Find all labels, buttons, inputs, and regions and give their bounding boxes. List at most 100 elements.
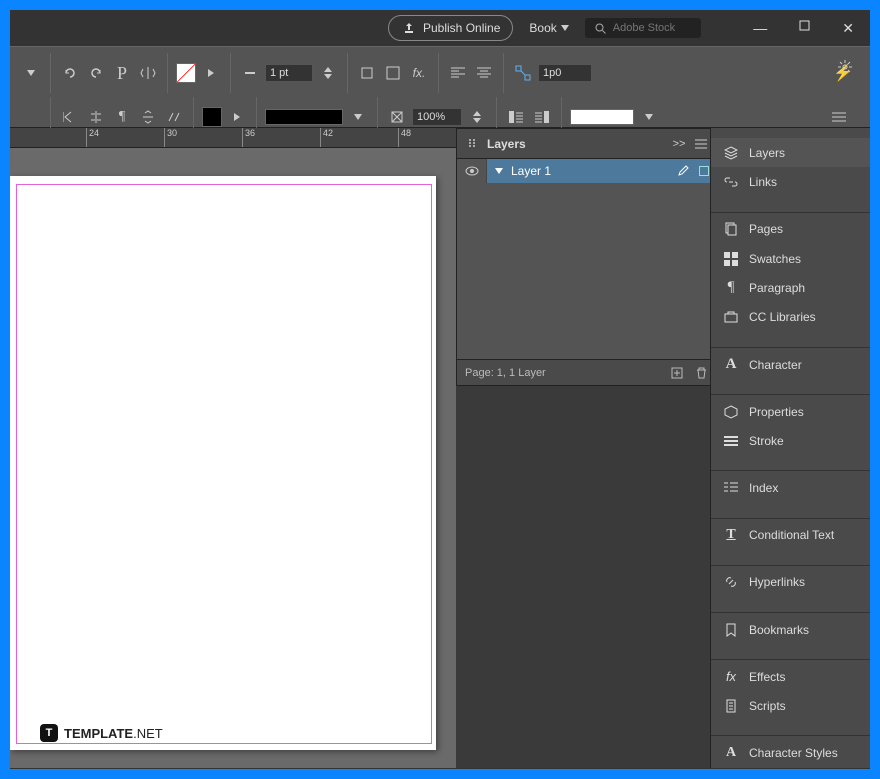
publish-label: Publish Online [423,21,500,35]
wrap-left-icon[interactable] [505,106,527,128]
control-panel: P fx. ⚡ ¶ [10,46,870,128]
new-layer-icon[interactable] [669,365,685,381]
workspace-dropdown[interactable]: Book [521,17,576,39]
layer-name: Layer 1 [511,164,551,178]
arrow-right-icon-2[interactable] [226,106,248,128]
flip-h-icon[interactable] [137,62,159,84]
stroke-icon [723,433,739,449]
collapse-icon[interactable]: >> [671,136,687,152]
window-controls: — ✕ [745,16,862,41]
search-icon [593,20,609,36]
align-object-icon[interactable] [85,106,107,128]
panel-tab-pages[interactable]: Pages [711,215,870,244]
stroke-style-preview[interactable] [265,109,343,125]
dropdown-toggle[interactable] [20,62,42,84]
panel-tab-links[interactable]: Links [711,167,870,196]
panel-tab-layers[interactable]: Layers [711,138,870,167]
arrow-collapse-left-icon[interactable] [59,106,81,128]
layers-panel-header[interactable]: Layers >> [457,129,717,159]
panel-tab-character-styles[interactable]: A Character Styles [711,738,870,767]
panel-tab-properties[interactable]: Properties [711,397,870,426]
fx-icon[interactable]: fx. [408,62,430,84]
frame-icon[interactable] [382,62,404,84]
template-logo-icon: T [40,724,58,742]
layers-panel-title: Layers [487,137,526,151]
rotate-cw-icon[interactable] [85,62,107,84]
white-swatch-dropdown[interactable] [570,109,634,125]
flip-v-icon[interactable] [137,106,159,128]
panel-label: Character [749,358,802,372]
rotate-ccw-icon[interactable] [59,62,81,84]
stroke-weight-input[interactable] [265,64,313,82]
align-center-icon[interactable] [473,62,495,84]
layers-footer-text: Page: 1, 1 Layer [465,367,546,379]
pen-icon[interactable] [675,163,691,179]
panel-menu-icon[interactable] [828,106,850,128]
paragraph-icon[interactable]: ¶ [111,106,133,128]
panel-tab-scripts[interactable]: Scripts [711,691,870,720]
wrap-right-icon[interactable] [531,106,553,128]
panel-tab-character[interactable]: A Character [711,350,870,379]
layer-color-swatch[interactable] [699,166,709,176]
panel-tab-hyperlinks[interactable]: Hyperlinks [711,568,870,597]
panel-label: Hyperlinks [749,575,805,589]
panel-menu-icon[interactable] [693,136,709,152]
panel-label: Layers [749,146,785,160]
zoom-input[interactable] [412,108,462,126]
layers-panel: Layers >> Layer 1 Page: 1, 1 Layer [456,128,718,386]
stock-search[interactable] [585,18,701,38]
shear-icon[interactable] [163,106,185,128]
fill-black-swatch[interactable] [202,107,222,127]
panel-label: Pages [749,222,783,236]
panel-tab-bookmarks[interactable]: Bookmarks [711,615,870,644]
panel-label: Conditional Text [749,528,834,542]
layers-icon [723,145,739,161]
swatch-dropdown-icon[interactable] [638,106,660,128]
stepper-icon[interactable] [317,62,339,84]
panel-label: Character Styles [749,746,838,760]
zoom-stepper-icon[interactable] [466,106,488,128]
layers-panel-footer: Page: 1, 1 Layer [457,359,717,385]
align-left-icon[interactable] [447,62,469,84]
constrain-icon[interactable] [512,62,534,84]
minimize-button[interactable]: — [745,16,775,41]
watermark-suffix: .NET [133,726,163,741]
eye-icon [465,166,479,176]
visibility-toggle[interactable] [457,159,487,183]
app-frame: Publish Online Book — ✕ [10,10,870,769]
libraries-icon [723,309,739,325]
panel-tab-effects[interactable]: fx Effects [711,662,870,691]
coord-input[interactable] [538,64,592,82]
panel-tab-index[interactable]: Index [711,473,870,502]
close-button[interactable]: ✕ [834,16,862,41]
paragraph-tool-icon[interactable]: P [111,62,133,84]
stroke-dropdown-icon[interactable] [347,106,369,128]
pages-icon [723,221,739,237]
gear-icon[interactable] [834,56,856,78]
stock-search-input[interactable] [613,22,693,34]
arrow-right-icon[interactable] [200,62,222,84]
panel-tab-cc-libraries[interactable]: CC Libraries [711,303,870,332]
publish-online-button[interactable]: Publish Online [388,15,513,41]
frame2-icon[interactable] [386,106,408,128]
panel-label: Scripts [749,699,786,713]
maximize-button[interactable] [791,16,818,41]
canvas-area[interactable]: T TEMPLATE.NET [10,148,456,768]
panel-tab-paragraph[interactable]: ¶ Paragraph [711,273,870,302]
panel-tab-stroke[interactable]: Stroke [711,426,870,455]
conditional-text-icon: T [723,527,739,543]
fill-none-swatch[interactable] [176,63,196,83]
trash-icon[interactable] [693,365,709,381]
layer-row-container: Layer 1 [457,159,717,183]
panel-tab-swatches[interactable]: Swatches [711,244,870,273]
page-margin-guide [16,184,432,744]
layer-item[interactable]: Layer 1 [487,159,717,183]
panel-tab-conditional-text[interactable]: T Conditional Text [711,521,870,550]
corner-icon[interactable] [356,62,378,84]
panel-label: Effects [749,670,785,684]
paragraph-icon: ¶ [723,280,739,296]
scripts-icon [723,698,739,714]
chevron-down-icon[interactable] [495,168,503,174]
drag-handle-icon[interactable] [465,136,481,152]
properties-icon [723,404,739,420]
